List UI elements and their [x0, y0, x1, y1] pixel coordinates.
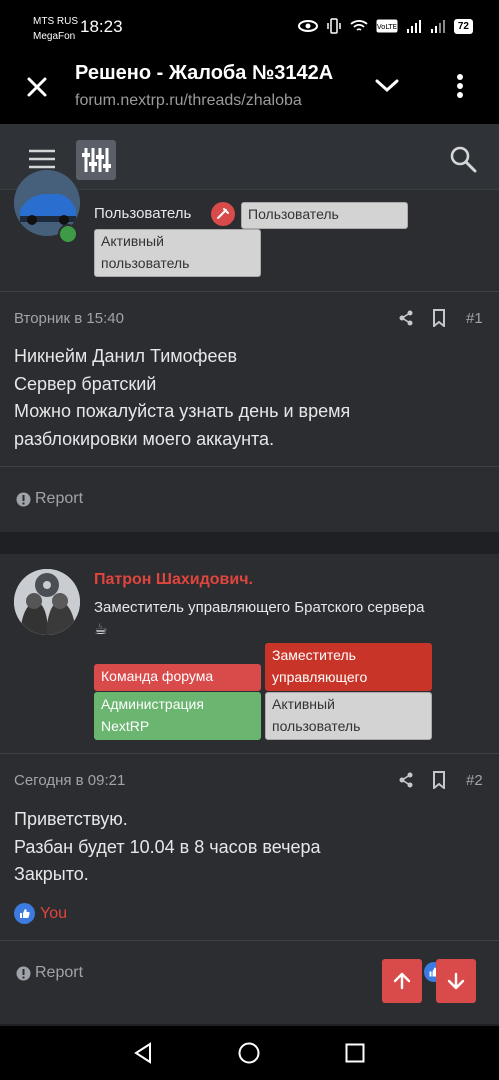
- divider: [0, 466, 499, 467]
- user-edit-icon: [211, 202, 235, 226]
- share-icon[interactable]: [398, 772, 414, 788]
- badge-active-user: Активный пользователь: [94, 229, 261, 277]
- recents-icon[interactable]: [345, 1043, 365, 1063]
- post-2: Патрон Шахидович. Заместитель управляюще…: [0, 554, 499, 1024]
- characters-avatar-image: [14, 569, 80, 635]
- user-title-line: Заместитель управляющего Братского серве…: [94, 599, 425, 616]
- svg-text:VoLTE: VoLTE: [377, 23, 397, 31]
- reaction-bar[interactable]: You: [14, 903, 67, 924]
- message-line: разблокировки моего аккаунта.: [14, 428, 275, 449]
- battery-level: 72: [453, 18, 473, 34]
- scroll-up-button[interactable]: [382, 959, 422, 1003]
- signal-2-icon: [430, 20, 445, 33]
- page-title: Решено - Жалоба №3142А: [75, 62, 334, 84]
- user-role: Пользователь: [94, 205, 192, 222]
- bookmark-icon[interactable]: [432, 309, 446, 327]
- message-line: Закрыто.: [14, 864, 89, 884]
- report-label: Report: [35, 490, 84, 507]
- alert-icon: [16, 492, 31, 506]
- user-title: Заместитель управляющего Братского серве…: [94, 597, 494, 641]
- chevron-down-icon[interactable]: [374, 76, 400, 96]
- badge-user: Пользователь: [241, 202, 408, 229]
- post-date: Сегодня в 09:21: [14, 772, 126, 789]
- forum-header: [0, 124, 499, 190]
- forum-logo[interactable]: [76, 140, 116, 180]
- clock: 18:23: [80, 17, 123, 36]
- carrier-1: MTS RUS: [33, 16, 78, 27]
- sliders-icon: [82, 148, 111, 172]
- divider: [0, 291, 499, 292]
- post-number[interactable]: #1: [466, 310, 483, 327]
- search-icon[interactable]: [449, 145, 477, 173]
- message-line: Можно пожалуйста узнать день и время: [14, 401, 351, 421]
- arrow-down-icon: [447, 972, 465, 990]
- reaction-user[interactable]: You: [40, 905, 67, 923]
- wifi-icon: [350, 20, 368, 31]
- vibrate-icon: [327, 18, 341, 34]
- badge-forum-team: Команда форума: [94, 664, 261, 691]
- bookmark-icon[interactable]: [432, 771, 446, 789]
- post-number[interactable]: #2: [466, 772, 483, 789]
- signal-1-icon: [406, 20, 421, 33]
- report-link[interactable]: Report: [16, 490, 83, 508]
- arrow-up-icon: [393, 972, 411, 990]
- badge-active-user: Активный пользователь: [265, 692, 432, 740]
- message-line: Разбан будет 10.04 в 8 часов вечера: [14, 836, 321, 857]
- share-icon[interactable]: [398, 310, 414, 326]
- more-vert-icon[interactable]: [452, 72, 468, 102]
- page-url[interactable]: forum.nextrp.ru/threads/zhaloba: [75, 92, 345, 110]
- avatar[interactable]: [14, 569, 80, 635]
- post-message: Никнейм Данил Тимофеев Сервер братский М…: [14, 343, 350, 453]
- message-line: Сервер братский: [14, 373, 157, 394]
- like-icon: [14, 903, 35, 924]
- message-line: Приветствую.: [14, 809, 128, 829]
- close-icon[interactable]: [22, 72, 52, 102]
- carrier-info: MTS RUS MegaFon: [33, 14, 78, 44]
- alert-icon: [16, 966, 31, 980]
- post-message: Приветствую. Разбан будет 10.04 в 8 часо…: [14, 806, 321, 889]
- carrier-2: MegaFon: [33, 31, 76, 42]
- system-nav-bar: [0, 1026, 499, 1080]
- status-bar: MTS RUS MegaFon 18:23 VoLTE 72: [0, 0, 499, 46]
- post-date: Вторник в 15:40: [14, 310, 124, 327]
- message-line: Никнейм Данил Тимофеев: [14, 346, 238, 366]
- back-icon[interactable]: [132, 1042, 154, 1064]
- scroll-down-button[interactable]: [436, 959, 476, 1003]
- divider: [0, 753, 499, 754]
- online-indicator: [58, 224, 78, 244]
- badge-administration: Администрация NextRP: [94, 692, 261, 740]
- hamburger-menu-icon[interactable]: [28, 148, 56, 170]
- eye-icon: [297, 20, 318, 32]
- author-name[interactable]: Патрон Шахидович.: [94, 571, 253, 589]
- status-icons: VoLTE 72: [297, 18, 473, 34]
- volte-icon: VoLTE: [376, 19, 398, 33]
- coffee-icon: ☕: [94, 621, 108, 638]
- post-1: Пользователь Пользователь Активный польз…: [0, 170, 499, 532]
- report-link[interactable]: Report: [16, 964, 83, 982]
- badge-deputy: Заместитель управляющего: [265, 643, 432, 691]
- report-label: Report: [35, 964, 84, 981]
- home-icon[interactable]: [238, 1042, 260, 1064]
- browser-toolbar: Решено - Жалоба №3142А forum.nextrp.ru/t…: [0, 46, 499, 124]
- divider: [0, 940, 499, 941]
